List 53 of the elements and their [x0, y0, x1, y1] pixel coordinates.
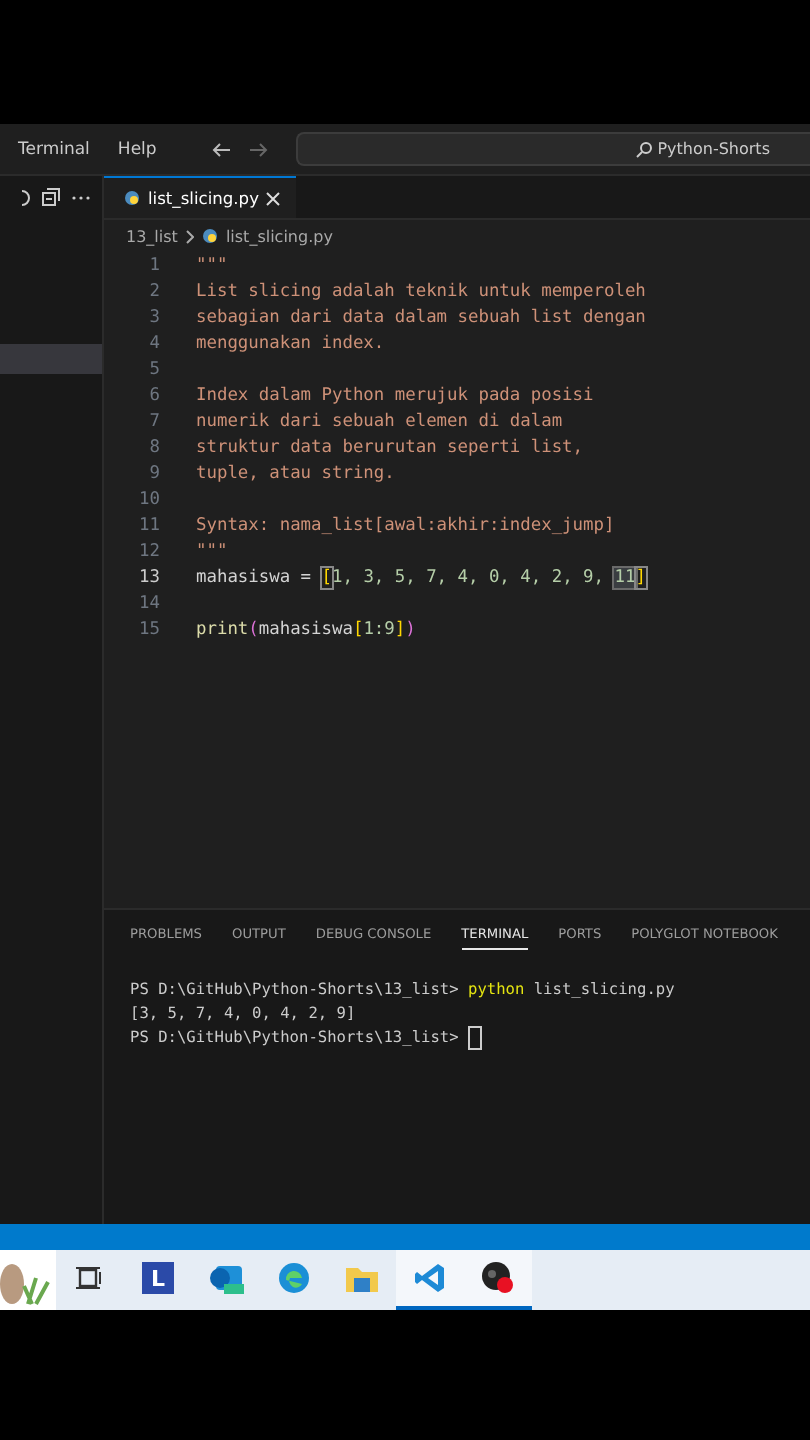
refresh-icon[interactable] — [22, 189, 30, 205]
line-number: 2 — [147, 281, 160, 302]
menu-item[interactable]: Help — [117, 139, 157, 159]
breadcrumb[interactable]: 13_list — [126, 227, 178, 245]
code-line: Syntax: nama_list[awal:akhir:index_jump] — [196, 515, 615, 536]
code-editor-icon — [414, 1262, 446, 1294]
line-number: 12 — [137, 542, 160, 563]
python-file-icon — [201, 228, 218, 244]
line-number: 11 — [137, 515, 160, 536]
line-number: 5 — [147, 359, 160, 380]
line-number: 4 — [147, 333, 160, 354]
back-arrow-icon[interactable] — [212, 141, 233, 157]
line-number: 9 — [147, 463, 160, 484]
browser-icon — [278, 1262, 310, 1294]
folder-icon — [346, 1264, 378, 1292]
chevron-icon — [185, 229, 194, 243]
line-number: 13 — [137, 568, 160, 589]
terminal-cursor — [468, 1025, 482, 1050]
code-line: List slicing adalah teknik untuk memperoleh — [196, 281, 646, 302]
line-number: 10 — [137, 489, 160, 510]
line-number: 14 — [137, 594, 160, 615]
breadcrumb[interactable]: list_slicing.py — [225, 227, 333, 245]
code-line: menggunakan index. — [196, 333, 385, 354]
taskbar-app[interactable]: L — [124, 1250, 192, 1310]
menu-item[interactable]: Terminal — [18, 139, 90, 159]
line-number: 1 — [147, 255, 160, 276]
code-line: mahasiswa = [1, 3, 5, 7, 4, 0, 4, 2, 9, 11] — [196, 568, 646, 589]
line-number: 7 — [147, 411, 160, 432]
forward-arrow-icon[interactable] — [248, 141, 269, 157]
code-line: """ — [196, 255, 228, 276]
code-line: numerik dari sebuah elemen di dalam — [196, 411, 563, 432]
code-line: Index dalam Python merujuk pada posisi — [196, 385, 594, 406]
widget-tile[interactable] — [0, 1250, 56, 1310]
line-number: 8 — [147, 437, 160, 458]
task-view-icon — [76, 1266, 104, 1290]
python-file-icon — [124, 190, 140, 206]
taskbar-app[interactable] — [464, 1250, 532, 1310]
editor-tab[interactable]: list_slicing.py — [104, 176, 297, 218]
code-line: print(mahasiswa[1:9]) — [196, 620, 416, 641]
code-line: struktur data berurutan seperti list, — [196, 437, 584, 458]
search-field[interactable]: Python-Shorts — [296, 132, 810, 166]
close-icon[interactable] — [266, 191, 281, 205]
app-icon: L — [142, 1262, 174, 1294]
recorder-icon — [482, 1262, 514, 1294]
line-number: 3 — [147, 307, 160, 328]
search-icon — [635, 141, 652, 157]
line-number: 6 — [147, 385, 160, 406]
code-line: sebagian dari data dalam sebuah list dengan — [196, 307, 646, 328]
mail-app-icon — [208, 1262, 244, 1294]
collapse-icon[interactable] — [42, 188, 60, 206]
line-number: 15 — [137, 620, 160, 641]
code-line: """ — [196, 542, 228, 563]
code-line: tuple, atau string. — [196, 463, 395, 484]
